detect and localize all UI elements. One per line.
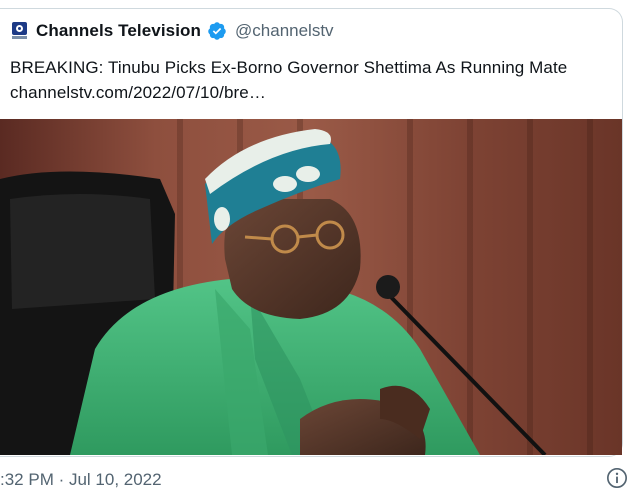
author-handle[interactable]: @channelstv (235, 21, 334, 41)
tweet-timestamp[interactable]: :32 PM · Jul 10, 2022 (0, 470, 162, 490)
author-name[interactable]: Channels Television (36, 21, 201, 41)
verified-badge-icon (208, 22, 226, 40)
tweet-header: Channels Television @channelstv (10, 20, 334, 42)
tweet-link[interactable]: channelstv.com/2022/07/10/bre… (10, 83, 266, 103)
tweet-photo[interactable] (0, 119, 622, 455)
photo-illustration (0, 119, 622, 455)
channels-logo-avatar[interactable] (10, 21, 30, 41)
info-icon[interactable] (606, 467, 628, 489)
tweet-headline: BREAKING: Tinubu Picks Ex-Borno Governor… (10, 58, 568, 77)
